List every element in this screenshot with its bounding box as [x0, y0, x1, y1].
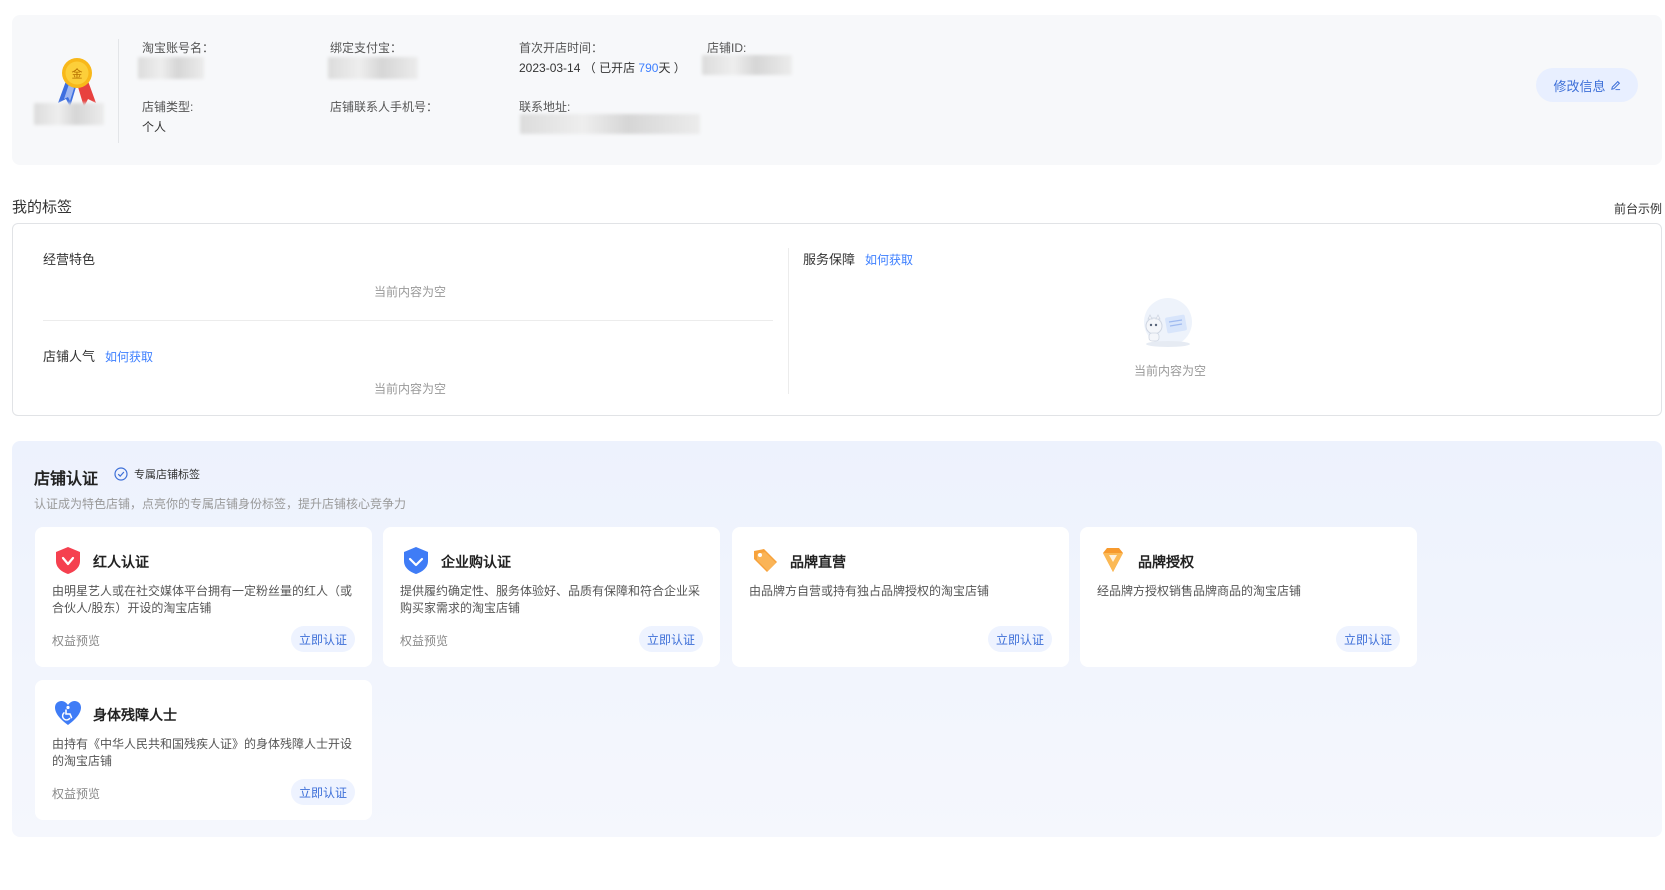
taobao-account-label: 淘宝账号名：: [142, 41, 215, 55]
my-tags-title: 我的标签: [12, 199, 73, 216]
alipay-label: 绑定支付宝：: [330, 41, 403, 55]
open-suffix: 天 ）: [658, 61, 686, 75]
certify-now-button[interactable]: 立即认证: [1336, 626, 1400, 652]
shop-popularity-how-link[interactable]: 如何获取: [105, 350, 153, 364]
certify-now-button[interactable]: 立即认证: [988, 626, 1052, 652]
service-guarantee-how-link[interactable]: 如何获取: [865, 253, 913, 267]
orange-tag-icon: [754, 549, 777, 572]
shop-id-masked: [702, 55, 792, 75]
cert-card-title: 身体残障人士: [93, 707, 177, 723]
exclusive-tag-badge: 专属店铺标签: [114, 466, 200, 482]
cert-card-title: 品牌直营: [790, 554, 846, 570]
front-example-link[interactable]: 前台示例: [1614, 200, 1662, 217]
open-time-value: 2023-03-14 （ 已开店 790天 ）: [519, 59, 686, 76]
cert-card-influencer: 红人认证 由明星艺人或在社交媒体平台拥有一定粉丝量的红人（或合伙人/股东）开设的…: [35, 527, 372, 667]
cert-card-title: 品牌授权: [1138, 554, 1194, 570]
certify-now-button[interactable]: 立即认证: [291, 779, 355, 805]
open-date: 2023-03-14: [519, 61, 581, 75]
certification-description: 认证成为特色店铺，点亮你的专属店铺身份标签，提升店铺核心竞争力: [34, 497, 407, 511]
cert-card-brand-authorized: 品牌授权 经品牌方授权销售品牌商品的淘宝店铺 立即认证: [1080, 527, 1417, 667]
exclusive-tag-label: 专属店铺标签: [134, 469, 200, 481]
business-features-title: 经营特色: [43, 252, 96, 267]
alipay-masked: [328, 57, 418, 79]
shop-id-label: 店铺ID:: [707, 41, 747, 55]
tags-card: 经营特色 当前内容为空 店铺人气 如何获取 当前内容为空 服务保障 如何获取 当前内…: [12, 223, 1662, 416]
cert-card-desc: 提供履约确定性、服务体验好、品质有保障和符合企业采购买家需求的淘宝店铺: [400, 584, 701, 615]
cert-card-title: 红人认证: [93, 554, 149, 570]
benefit-preview-link[interactable]: 权益预览: [400, 632, 448, 649]
open-days: 790: [638, 61, 659, 75]
shop-popularity-label: 店铺人气: [43, 349, 96, 364]
level-badge-text: 金: [72, 67, 83, 81]
cert-card-desc: 由品牌方自营或持有独占品牌授权的淘宝店铺: [749, 584, 990, 598]
business-features-empty: 当前内容为空: [374, 285, 447, 299]
benefit-preview-link[interactable]: 权益预览: [52, 785, 100, 802]
taobao-account-masked: [138, 57, 204, 79]
address-masked: [520, 114, 700, 134]
shop-popularity-title: 店铺人气 如何获取: [43, 346, 153, 365]
blue-heart-accessibility-icon: [55, 701, 81, 725]
shop-info-card: 金 淘宝账号名： 绑定支付宝： 首次开店时间： 2023-03-14 （ 已开店…: [12, 15, 1662, 165]
cert-card-brand-direct: 品牌直营 由品牌方自营或持有独占品牌授权的淘宝店铺 立即认证: [732, 527, 1069, 667]
check-circle-icon: [114, 467, 128, 481]
benefit-preview-link[interactable]: 权益预览: [52, 632, 100, 649]
cert-card-desc: 由持有《中华人民共和国残疾人证》的身体残障人士开设的淘宝店铺: [52, 737, 353, 768]
certify-now-button[interactable]: 立即认证: [639, 626, 703, 652]
shop-popularity-empty: 当前内容为空: [374, 382, 447, 396]
cert-card-enterprise: 企业购认证 提供履约确定性、服务体验好、品质有保障和符合企业采购买家需求的淘宝店…: [383, 527, 720, 667]
cert-card-desc: 经品牌方授权销售品牌商品的淘宝店铺: [1097, 584, 1302, 598]
service-guarantee-label: 服务保障: [803, 252, 856, 267]
cert-card-desc: 由明星艺人或在社交媒体平台拥有一定粉丝量的红人（或合伙人/股东）开设的淘宝店铺: [52, 584, 353, 615]
open-prefix: （ 已开店: [583, 61, 639, 75]
open-time-label: 首次开店时间：: [519, 41, 604, 55]
contact-phone-label: 店铺联系人手机号：: [330, 100, 439, 114]
certification-title: 店铺认证: [34, 471, 99, 488]
blue-shield-check-icon: [404, 547, 428, 574]
address-label: 联系地址:: [519, 100, 571, 114]
shop-type-label: 店铺类型:: [142, 100, 194, 114]
edit-info-label: 修改信息: [1553, 78, 1606, 94]
empty-state-illustration-icon: [1144, 298, 1192, 347]
edit-info-button[interactable]: 修改信息: [1536, 68, 1638, 102]
tags-vertical-divider: [788, 248, 789, 394]
cert-card-disability: 身体残障人士 由持有《中华人民共和国残疾人证》的身体残障人士开设的淘宝店铺 权益…: [35, 680, 372, 820]
shop-name-masked: [34, 103, 104, 125]
service-guarantee-empty: 当前内容为空: [1134, 364, 1207, 378]
shop-type-value: 个人: [142, 120, 167, 134]
shop-certification-section: 店铺认证 专属店铺标签 认证成为特色店铺，点亮你的专属店铺身份标签，提升店铺核心…: [12, 441, 1662, 837]
red-heart-check-icon: [56, 547, 80, 574]
vertical-divider: [118, 39, 119, 143]
service-guarantee-title: 服务保障 如何获取: [803, 249, 913, 268]
orange-diamond-icon: [1103, 548, 1123, 572]
pencil-icon: [1610, 80, 1620, 90]
tags-divider: [43, 320, 773, 321]
cert-card-title: 企业购认证: [441, 554, 511, 570]
certify-now-button[interactable]: 立即认证: [291, 626, 355, 652]
